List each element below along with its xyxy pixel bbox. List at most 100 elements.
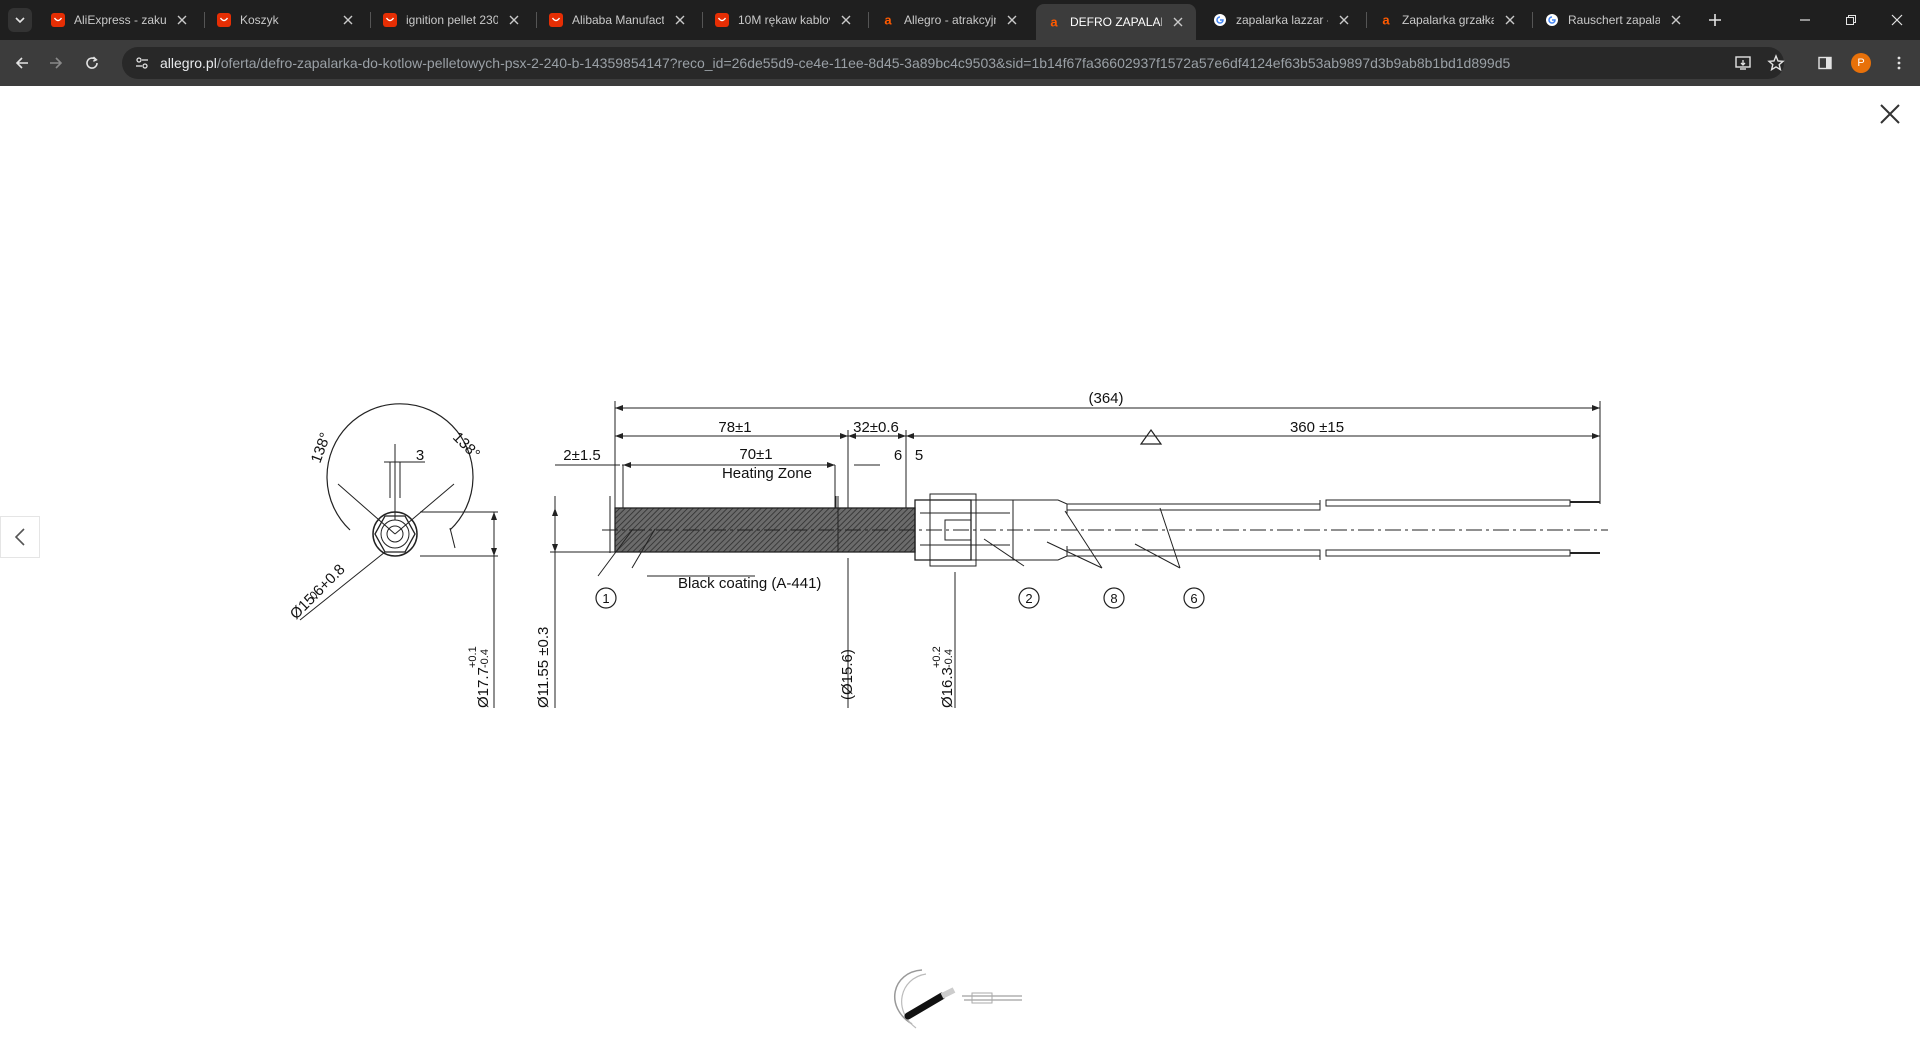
tab-separator bbox=[868, 12, 869, 28]
address-bar[interactable]: allegro.pl/oferta/defro-zapalarka-do-kot… bbox=[122, 47, 1784, 79]
aliexpress-icon bbox=[714, 12, 730, 28]
angle-right: 138° bbox=[449, 429, 483, 463]
new-tab-button[interactable] bbox=[1703, 8, 1727, 32]
install-app-button[interactable] bbox=[1731, 51, 1755, 75]
profile-avatar[interactable]: P bbox=[1851, 53, 1871, 73]
dia-15-6-ref: (Ø15.6) bbox=[839, 649, 856, 700]
browser-tab[interactable]: AliExpress - zakup bbox=[40, 4, 200, 36]
dim-2: 2±1.5 bbox=[563, 447, 600, 464]
tab-title: zapalarka lazzar - bbox=[1236, 13, 1328, 27]
menu-button[interactable] bbox=[1887, 51, 1911, 75]
browser-toolbar: allegro.pl/oferta/defro-zapalarka-do-kot… bbox=[0, 40, 1920, 86]
close-icon bbox=[841, 15, 851, 25]
close-viewer-button[interactable] bbox=[1876, 100, 1904, 128]
tab-close-button[interactable] bbox=[1004, 12, 1020, 28]
site-info-button[interactable] bbox=[128, 49, 156, 77]
lead-sleeve bbox=[1013, 499, 1320, 561]
heating-zone-label: Heating Zone bbox=[722, 465, 812, 482]
browser-tab[interactable]: zapalarka lazzar - bbox=[1202, 4, 1362, 36]
tab-title: DEFRO ZAPALARK bbox=[1070, 15, 1162, 29]
forward-button[interactable] bbox=[44, 51, 68, 75]
tab-close-button[interactable] bbox=[506, 12, 522, 28]
warning-triangle bbox=[1139, 428, 1163, 445]
aliexpress-icon bbox=[548, 12, 564, 28]
close-window-button[interactable] bbox=[1874, 0, 1920, 40]
chevron-left-icon bbox=[14, 528, 25, 546]
star-icon bbox=[1767, 54, 1785, 72]
thumbnail-image[interactable] bbox=[882, 962, 1042, 1042]
close-icon bbox=[675, 15, 685, 25]
tab-title: Alibaba Manufact bbox=[572, 13, 664, 27]
google-icon bbox=[1212, 12, 1228, 28]
coating-label: Black coating (A-441) bbox=[678, 575, 821, 592]
more-vertical-icon bbox=[1897, 56, 1901, 70]
tune-icon bbox=[136, 57, 148, 69]
tab-close-button[interactable] bbox=[340, 12, 356, 28]
callout-8: 8 bbox=[1110, 591, 1117, 606]
tab-search-button[interactable] bbox=[8, 8, 32, 32]
tab-title: AliExpress - zakup bbox=[74, 13, 166, 27]
browser-tab[interactable]: a DEFRO ZAPALARK bbox=[1036, 4, 1196, 40]
dia-17-7: Ø17.7 bbox=[475, 667, 492, 708]
tab-title: 10M rękaw kablov bbox=[738, 13, 830, 27]
tab-separator bbox=[702, 12, 703, 28]
tab-close-button[interactable] bbox=[1502, 12, 1518, 28]
tab-close-button[interactable] bbox=[1170, 14, 1186, 30]
tab-separator bbox=[1366, 12, 1367, 28]
dim-6: 6 bbox=[894, 447, 902, 464]
allegro-icon: a bbox=[1046, 14, 1062, 30]
aliexpress-icon bbox=[50, 12, 66, 28]
side-panel-button[interactable] bbox=[1813, 51, 1837, 75]
browser-tab[interactable]: Rauschert zapala bbox=[1534, 4, 1694, 36]
browser-tab[interactable]: 10M rękaw kablov bbox=[704, 4, 864, 36]
chevron-down-icon bbox=[15, 17, 25, 24]
close-icon bbox=[1880, 104, 1900, 124]
restore-button[interactable] bbox=[1828, 0, 1874, 40]
aliexpress-icon bbox=[382, 12, 398, 28]
tab-title: Zapalarka grzałka bbox=[1402, 13, 1494, 27]
dim-70: 70±1 bbox=[739, 446, 772, 463]
svg-text:a: a bbox=[1382, 13, 1390, 27]
minimize-icon bbox=[1800, 19, 1810, 21]
browser-tab[interactable]: a Allegro - atrakcyjn bbox=[870, 4, 1030, 36]
browser-tab[interactable]: ignition pellet 230 bbox=[372, 4, 532, 36]
dim-total: (364) bbox=[1088, 390, 1123, 407]
restore-icon bbox=[1846, 15, 1856, 25]
close-icon bbox=[343, 15, 353, 25]
tab-close-button[interactable] bbox=[1336, 12, 1352, 28]
allegro-icon: a bbox=[880, 12, 896, 28]
dim-360: 360 ±15 bbox=[1290, 419, 1344, 436]
dia-17-7-tol-up: +0.1 bbox=[467, 646, 479, 668]
plus-icon bbox=[1709, 14, 1721, 26]
side-panel-icon bbox=[1818, 56, 1832, 70]
browser-tab[interactable]: Koszyk bbox=[206, 4, 366, 36]
close-icon bbox=[1173, 17, 1183, 27]
browser-tab[interactable]: a Zapalarka grzałka bbox=[1368, 4, 1528, 36]
tab-close-button[interactable] bbox=[174, 12, 190, 28]
close-icon bbox=[1339, 15, 1349, 25]
browser-tab[interactable]: Alibaba Manufact bbox=[538, 4, 698, 36]
dia-16-3-tol-low: -0.4 bbox=[943, 649, 955, 668]
angle-left: 138° bbox=[308, 430, 335, 465]
dia-17-7-tol-low: -0.4 bbox=[479, 649, 491, 668]
dim-32: 32±0.6 bbox=[853, 419, 899, 436]
dia-15-6: Ø15.6+0.8 bbox=[287, 561, 349, 623]
url-text: allegro.pl/oferta/defro-zapalarka-do-kot… bbox=[160, 55, 1510, 71]
close-icon bbox=[509, 15, 519, 25]
minimize-button[interactable] bbox=[1782, 0, 1828, 40]
back-button[interactable] bbox=[10, 51, 34, 75]
close-icon bbox=[1007, 15, 1017, 25]
dia-16-3-tol-up: +0.2 bbox=[931, 646, 943, 668]
tab-close-button[interactable] bbox=[672, 12, 688, 28]
close-icon bbox=[1505, 15, 1515, 25]
tab-close-button[interactable] bbox=[1668, 12, 1684, 28]
tab-title: Rauschert zapala bbox=[1568, 13, 1660, 27]
bookmark-button[interactable] bbox=[1764, 51, 1788, 75]
svg-text:a: a bbox=[1050, 15, 1058, 29]
reload-button[interactable] bbox=[80, 51, 104, 75]
allegro-icon: a bbox=[1378, 12, 1394, 28]
tab-close-button[interactable] bbox=[838, 12, 854, 28]
arrow-left-icon bbox=[15, 57, 28, 69]
dim-5: 5 bbox=[915, 447, 923, 464]
previous-image-button[interactable] bbox=[0, 516, 40, 558]
